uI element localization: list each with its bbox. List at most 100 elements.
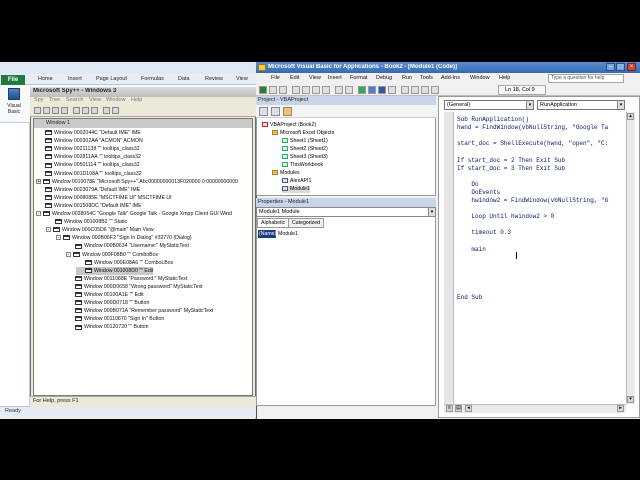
tree-row[interactable]: Window 0008085E "MSCTFIME UI" MSCTFIME U… [36, 194, 172, 202]
properties-object-select[interactable]: Module1 Module ▾ [256, 207, 436, 217]
tab-categorized[interactable]: Categorized [288, 218, 324, 228]
chevron-down-icon[interactable]: ▾ [617, 101, 624, 109]
code-line[interactable]: If start_doc = 3 Then Exit Sub [457, 165, 565, 172]
tree-row[interactable]: Window 000D0718 "" Button [66, 299, 149, 307]
run-icon[interactable] [358, 86, 366, 94]
tab-alphabetic[interactable]: Alphabetic [257, 218, 290, 228]
spy-properties-icon[interactable] [103, 107, 110, 114]
view-code-icon[interactable] [259, 107, 268, 116]
save-icon[interactable] [279, 86, 287, 94]
vba-menu-tools[interactable]: Tools [420, 75, 433, 81]
spy-processes-tool-icon[interactable] [43, 107, 50, 114]
tree-row[interactable]: Window 0023079A "Default IME" IME [36, 186, 140, 194]
excel-tab-view[interactable]: View [236, 76, 248, 82]
minimize-icon[interactable]: – [606, 63, 615, 71]
spy-find-window-icon[interactable] [73, 107, 80, 114]
help-search-input[interactable]: Type a question for help [548, 74, 624, 83]
spy-menu-view[interactable]: View [89, 97, 101, 103]
tree-row[interactable]: Window 0011088E "Password:" MyStaticText [66, 275, 187, 283]
object-browser-icon[interactable] [421, 86, 429, 94]
vba-menu-insert[interactable]: Insert [328, 75, 342, 81]
code-vertical-scrollbar[interactable] [626, 112, 635, 404]
tree-row[interactable]: - Window 0038054C "Google Talk" Google Ta… [36, 210, 232, 218]
scroll-up-icon[interactable]: ▴ [627, 113, 634, 120]
expand-icon[interactable]: + [36, 178, 41, 184]
excel-view-icon[interactable] [259, 86, 267, 94]
code-line[interactable]: timeout 0.3 [457, 229, 511, 236]
scroll-right-icon[interactable]: ▸ [617, 405, 624, 412]
tree-row[interactable]: Window 00110870 "Sign In" Button [66, 315, 164, 323]
tree-row[interactable]: - Window 000F08B0 "" ComboBox [66, 251, 158, 259]
toolbox-icon[interactable] [431, 86, 439, 94]
project-tree-item[interactable]: Microsoft Excel Objects [272, 130, 334, 137]
excel-tab-page-layout[interactable]: Page Layout [96, 76, 127, 82]
excel-tab-home[interactable]: Home [38, 76, 53, 82]
spy-menu-spy[interactable]: Spy [34, 97, 43, 103]
tree-row[interactable]: Window 0002044C "Default IME" IME [36, 129, 141, 137]
code-line[interactable]: Sub RunApplication() [457, 116, 529, 123]
collapse-icon[interactable]: - [36, 211, 41, 217]
project-tree-item[interactable]: VBAProject (Book2) [262, 122, 316, 129]
find-icon[interactable] [322, 86, 330, 94]
excel-tab-data[interactable]: Data [178, 76, 190, 82]
vba-menu-help[interactable]: Help [499, 75, 510, 81]
spy-refresh-icon[interactable] [112, 107, 119, 114]
tree-row[interactable]: Window 00501114 "" tooltips_class32 [36, 161, 140, 169]
tree-row[interactable]: Window 000E08A6 "" ComboLBox [76, 259, 173, 267]
spy-threads-tool-icon[interactable] [52, 107, 59, 114]
tree-row[interactable]: Window 000D0658 "Wrong password" MyStati… [66, 283, 203, 291]
spy-menu-window[interactable]: Window [106, 97, 126, 103]
tree-row[interactable]: Window 001008D0 "" Edit [76, 266, 154, 275]
excel-tab-formulas[interactable]: Formulas [141, 76, 164, 82]
tree-row[interactable]: Window 000B0634 "Username:" MyStaticText [66, 242, 189, 250]
object-select[interactable]: (General) ▾ [444, 100, 534, 110]
code-line[interactable]: hwnd = FindWindow(vbNullString, "Google … [457, 124, 608, 131]
project-tree-item[interactable]: AlexAPI1 [282, 178, 311, 185]
collapse-icon[interactable]: - [66, 251, 71, 257]
collapse-icon[interactable]: - [56, 235, 61, 241]
tree-row[interactable]: Window 00100A1E "" Edit [66, 291, 144, 299]
vba-menu-debug[interactable]: Debug [376, 75, 392, 81]
spy-find-prev-icon[interactable] [91, 107, 98, 114]
redo-icon[interactable] [345, 86, 353, 94]
code-line[interactable]: DoEvents [457, 189, 500, 196]
project-tree-item[interactable]: ThisWorkbook [282, 162, 323, 169]
vba-menu-format[interactable]: Format [350, 75, 367, 81]
break-icon[interactable] [368, 86, 376, 94]
full-module-view-icon[interactable]: ▤ [455, 405, 462, 412]
paste-icon[interactable] [312, 86, 320, 94]
chevron-down-icon[interactable]: ▾ [428, 208, 435, 216]
insert-module-icon[interactable] [269, 86, 277, 94]
project-explorer-icon[interactable] [401, 86, 409, 94]
spy-menu-search[interactable]: Search [66, 97, 83, 103]
copy-icon[interactable] [302, 86, 310, 94]
tree-row[interactable]: Window 000302AA "ACMON" ACMON [36, 137, 143, 145]
tree-row[interactable]: - Window 000C05D6 "@main" Main View [46, 226, 154, 234]
properties-window-icon[interactable] [411, 86, 419, 94]
tree-row[interactable]: - Window 000B06F2 "Sign In Dialog" #32770… [56, 234, 192, 242]
tree-row[interactable]: + Window 0010078E "Microsoft Spy++" Afx:0… [36, 178, 238, 186]
tree-row[interactable]: Window 001D108A "" tooltips_class32 [36, 170, 142, 178]
excel-tab-review[interactable]: Review [205, 76, 223, 82]
view-object-icon[interactable] [271, 107, 280, 116]
design-mode-icon[interactable] [388, 86, 396, 94]
cut-icon[interactable] [292, 86, 300, 94]
scroll-down-icon[interactable]: ▾ [627, 396, 634, 403]
spy-windows-tool-icon[interactable] [34, 107, 41, 114]
code-line[interactable]: start_doc = ShellExecute(hwnd, "open", "… [457, 140, 608, 147]
spy-menu-tree[interactable]: Tree [49, 97, 60, 103]
code-line[interactable]: Do [457, 181, 478, 188]
code-margin[interactable] [444, 112, 454, 404]
code-line[interactable]: If start_doc = 2 Then Exit Sub [457, 157, 565, 164]
undo-icon[interactable] [335, 86, 343, 94]
property-value[interactable]: Module1 [278, 230, 298, 238]
project-tree-item[interactable]: Module1 [282, 186, 310, 193]
close-icon[interactable]: × [627, 63, 636, 71]
vba-menu-run[interactable]: Run [402, 75, 412, 81]
spy-find-next-icon[interactable] [82, 107, 89, 114]
spy-menu-help[interactable]: Help [131, 97, 142, 103]
vba-menu-add-ins[interactable]: Add-Ins [441, 75, 460, 81]
reset-icon[interactable] [378, 86, 386, 94]
maximize-icon[interactable]: □ [616, 63, 625, 71]
tree-row[interactable]: Window 000B071A "Remember password" MySt… [66, 307, 213, 315]
